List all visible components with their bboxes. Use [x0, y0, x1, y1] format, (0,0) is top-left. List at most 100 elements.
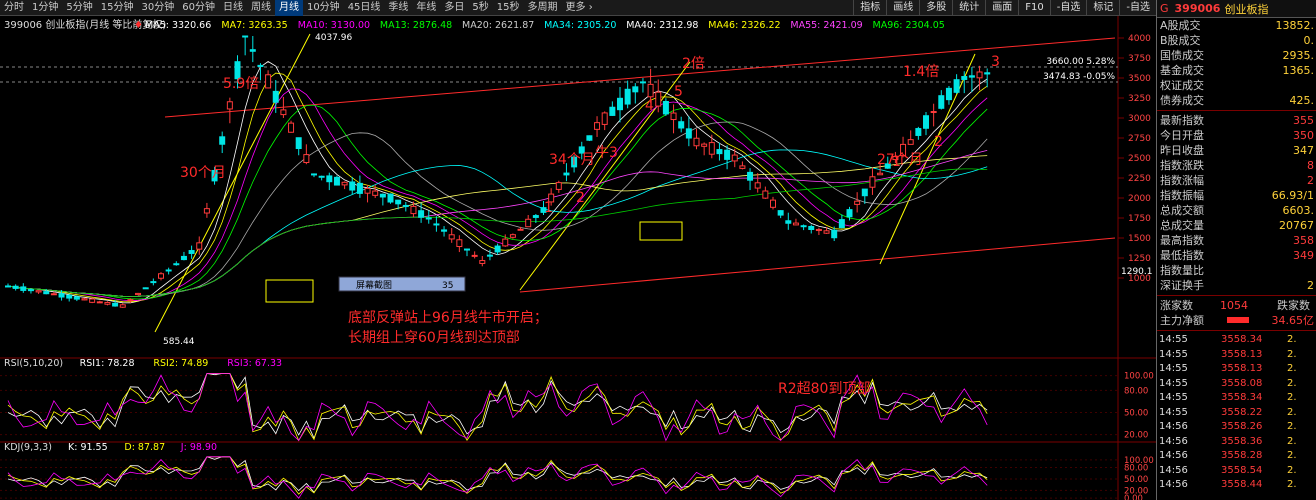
price-tick-label: 3250	[1128, 94, 1151, 104]
pane-axis-label: 0.00	[1124, 494, 1143, 500]
candle-body	[311, 173, 317, 176]
tick-row: 14:56 3558.54 2.	[1157, 464, 1316, 479]
tab-9[interactable]: 10分钟	[303, 0, 344, 16]
pane-legend-item: RSI3: 67.33	[227, 358, 282, 369]
index-stat-row: 指数涨幅 2	[1157, 173, 1316, 188]
screenshot-number: 35	[442, 281, 453, 291]
tick-row: 14:56 3558.44 2.	[1157, 478, 1316, 493]
tab-8[interactable]: 月线	[274, 0, 303, 16]
toolbar-button-5[interactable]: F10	[1018, 0, 1049, 16]
toolbar-button-0[interactable]: 指标	[853, 0, 886, 16]
candle-body	[846, 209, 853, 218]
toolbar-button-3[interactable]: 统计	[952, 0, 985, 16]
toolbar-button-7[interactable]: 标记	[1086, 0, 1119, 16]
tab-16[interactable]: 多周期	[524, 0, 562, 16]
candle-body	[693, 137, 700, 147]
tick-volume: 2.	[1287, 435, 1297, 447]
tick-volume: 2.	[1287, 348, 1297, 360]
tick-list: 14:55 3558.34 2. 14:55 3558.13 2. 14:55 3558.13…	[1157, 333, 1316, 493]
candle-body	[494, 245, 501, 253]
candle-body	[517, 228, 524, 231]
index-stat-value: 358	[1293, 234, 1314, 247]
annotation-5-9x: 5.9倍	[223, 76, 259, 92]
period-tabs: 分时 1分钟 5分钟 15分钟 30分钟 60分钟 日线 周线 月线 10分钟 45日线 季线 年线 多日…	[0, 0, 597, 16]
toolbar-button-4[interactable]: 画面	[985, 0, 1018, 16]
annotation-2x: 2倍	[682, 56, 705, 72]
stat-label: 权证成交	[1160, 79, 1204, 92]
up-label: 涨家数	[1160, 299, 1193, 312]
tab-4[interactable]: 30分钟	[137, 0, 178, 16]
tick-price: 3558.22	[1221, 406, 1263, 418]
stat-label: 基金成交	[1160, 64, 1204, 77]
tab-10[interactable]: 45日线	[344, 0, 385, 16]
candle-body	[708, 142, 715, 155]
index-stat-label: 深证换手	[1160, 279, 1204, 292]
index-stat-label: 指数涨跌	[1160, 159, 1204, 172]
tab-17[interactable]: 更多 ›	[562, 0, 597, 16]
tab-5[interactable]: 60分钟	[178, 0, 219, 16]
price-tick-label: 2250	[1128, 174, 1151, 184]
tab-14[interactable]: 5秒	[468, 0, 492, 16]
tick-row: 14:56 3558.36 2.	[1157, 435, 1316, 450]
candle-body	[915, 128, 922, 136]
tab-0[interactable]: 分时	[0, 0, 28, 16]
index-stat-value: 2	[1307, 279, 1314, 292]
tab-11[interactable]: 季线	[384, 0, 412, 16]
tab-13[interactable]: 多日	[440, 0, 468, 16]
tick-time: 14:55	[1159, 392, 1188, 403]
candle-body	[907, 139, 914, 145]
candle-body	[724, 149, 731, 160]
tick-row: 14:56 3558.28 2.	[1157, 449, 1316, 464]
candle-body	[777, 210, 784, 216]
candle-body	[257, 64, 264, 67]
candle-body	[961, 76, 968, 80]
index-stat-label: 总成交量	[1160, 219, 1204, 232]
toolbar-button-8[interactable]: -自选	[1119, 0, 1156, 16]
candle-body	[272, 90, 279, 103]
ma-legend-item: MA40: 2312.98	[626, 20, 698, 31]
candle-body	[831, 229, 838, 239]
tab-7[interactable]: 周线	[247, 0, 275, 16]
panel-header: G 399006 创业板指	[1157, 0, 1316, 18]
tick-price: 3558.28	[1221, 450, 1263, 461]
tick-time: 14:55	[1159, 406, 1188, 418]
toolbar-button-6[interactable]: -自选	[1049, 0, 1087, 16]
chart-area[interactable]: 399006 创业板指(月线 等比前复权) ♦ MA5: 3320.66 MA7: …	[0, 16, 1156, 500]
candle-body	[861, 188, 868, 197]
panel-name: 创业板指	[1224, 2, 1269, 16]
price-tick-label: 2000	[1128, 194, 1151, 204]
market-volume-list: A股成交 13852. B股成交 0. 国债成交 2935. 基金成交 1365. 权证成交 债券…	[1157, 18, 1316, 108]
tab-1[interactable]: 1分钟	[28, 0, 62, 16]
tab-2[interactable]: 5分钟	[62, 0, 96, 16]
candle-body	[135, 292, 142, 296]
tab-15[interactable]: 15秒	[493, 0, 524, 16]
candle-body	[318, 175, 325, 178]
tab-3[interactable]: 15分钟	[97, 0, 138, 16]
panel-code: 399006	[1174, 2, 1221, 15]
candle-body	[433, 223, 440, 226]
tick-volume: 2.	[1287, 406, 1297, 418]
candle-body	[203, 208, 210, 214]
toolbar-button-2[interactable]: 多股	[919, 0, 952, 16]
candle-body	[119, 304, 126, 308]
candle-body	[165, 269, 172, 272]
candle-body	[525, 218, 532, 228]
candle-body	[395, 199, 402, 205]
candle-body	[678, 121, 685, 129]
candle-body	[402, 204, 409, 208]
pane-legend-item: D: 87.87	[124, 442, 165, 453]
annotation-2b: 2	[934, 134, 943, 150]
stat-row: B股成交 0.	[1157, 33, 1316, 48]
candle-body	[945, 87, 952, 101]
toolbar-button-1[interactable]: 画线	[886, 0, 919, 16]
tab-12[interactable]: 年线	[412, 0, 440, 16]
tick-price: 3558.36	[1221, 435, 1263, 447]
price-tick-label: 1750	[1128, 214, 1151, 224]
index-stat-value: 8	[1307, 159, 1314, 172]
legend-arrow-icon: ♦	[134, 20, 143, 31]
ma-legend-item: MA7: 3263.35	[221, 20, 287, 31]
index-stat-row: 指数量比	[1157, 263, 1316, 278]
index-stat-row: 最低指数 349	[1157, 248, 1316, 263]
candle-body	[877, 172, 884, 176]
tab-6[interactable]: 日线	[219, 0, 247, 16]
